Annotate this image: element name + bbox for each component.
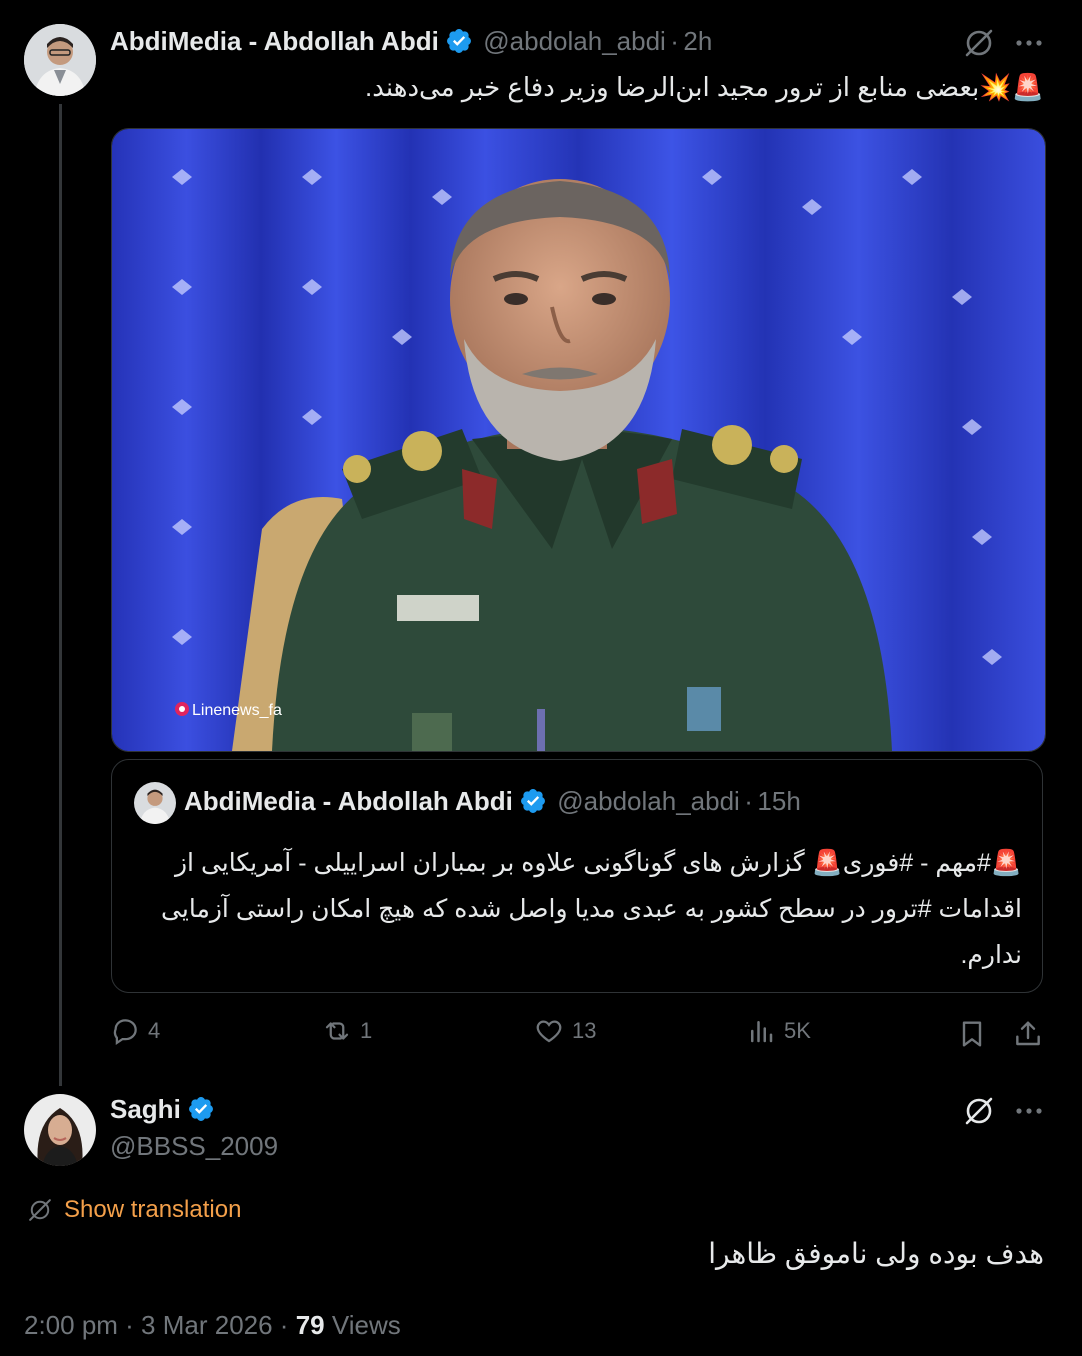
like-button[interactable]: 13 [534, 1016, 596, 1046]
portrait-photo: Linenews_fa [112, 129, 1045, 751]
reply-views-count: 79 [295, 1310, 325, 1340]
tweet-image[interactable]: Linenews_fa [111, 128, 1046, 752]
reply-text: هدف بوده ولی ناموفق ظاهرا [708, 1238, 1044, 1269]
quote-time: 15h [757, 786, 801, 816]
reply-meta: 2:00 pm · 3 Mar 2026 · 79 Views [24, 1310, 401, 1341]
author-avatar[interactable] [24, 24, 96, 96]
quote-header: AbdiMedia - Abdollah Abdi @abdolah_abdi … [184, 786, 801, 817]
views-count: 5K [784, 1018, 811, 1043]
quote-author-avatar [134, 782, 176, 824]
verified-badge-icon [446, 29, 471, 53]
thread-line [59, 104, 62, 1086]
watermark-text: Linenews_fa [192, 702, 282, 719]
views-button[interactable]: 5K [746, 1016, 811, 1046]
analytics-icon [751, 1021, 773, 1043]
quote-tweet-card[interactable]: AbdiMedia - Abdollah Abdi @abdolah_abdi … [111, 759, 1043, 993]
tweet-time[interactable]: 2h [683, 26, 712, 56]
reply-button[interactable]: 4 [110, 1016, 160, 1046]
watermark [175, 702, 189, 716]
share-button[interactable] [1012, 1018, 1044, 1050]
translate-icon [29, 1199, 51, 1221]
reply-author-name[interactable]: Saghi [110, 1094, 181, 1124]
repost-count: 1 [360, 1018, 373, 1043]
share-icon [1016, 1021, 1040, 1046]
like-count: 13 [572, 1018, 597, 1043]
quote-text: 🚨#مهم - #فوری🚨 گزارش های گوناگونی علاوه … [161, 849, 1022, 969]
quote-author-name: AbdiMedia - Abdollah Abdi [184, 786, 513, 816]
quote-author-handle: @abdolah_abdi [557, 786, 740, 816]
verified-badge-icon [520, 789, 545, 813]
tweet-header: AbdiMedia - Abdollah Abdi @abdolah_abdi … [110, 26, 712, 57]
quote-time-separator: · [744, 786, 753, 816]
reply-timestamp[interactable]: 2:00 pm · 3 Mar 2026 · [24, 1310, 288, 1340]
repost-icon [325, 1022, 349, 1040]
reply-header: Saghi [110, 1094, 215, 1125]
tweet-text: 🚨💥بعضی منابع از ترور مجید ابن‌الرضا وزیر… [365, 72, 1044, 102]
reply-author-avatar[interactable] [24, 1094, 96, 1166]
grok-icon[interactable] [962, 26, 996, 60]
reply-views-label: Views [331, 1310, 401, 1340]
show-translation-label[interactable]: Show translation [64, 1196, 241, 1224]
reply-count: 4 [148, 1018, 161, 1043]
bookmark-button[interactable] [956, 1018, 988, 1050]
show-translation-link[interactable]: Show translation [26, 1196, 241, 1224]
more-options-icon[interactable] [1012, 28, 1046, 58]
author-name[interactable]: AbdiMedia - Abdollah Abdi [110, 26, 439, 56]
author-handle[interactable]: @abdolah_abdi [483, 26, 666, 56]
repost-button[interactable]: 1 [322, 1016, 372, 1046]
more-options-icon[interactable] [1012, 1096, 1046, 1126]
reply-author-handle[interactable]: @BBSS_2009 [110, 1131, 278, 1162]
bookmark-icon [962, 1021, 982, 1047]
reply-icon [113, 1019, 137, 1045]
verified-badge-icon [188, 1097, 213, 1121]
time-separator: · [670, 26, 679, 56]
heart-icon [536, 1020, 562, 1043]
grok-icon[interactable] [962, 1094, 996, 1128]
